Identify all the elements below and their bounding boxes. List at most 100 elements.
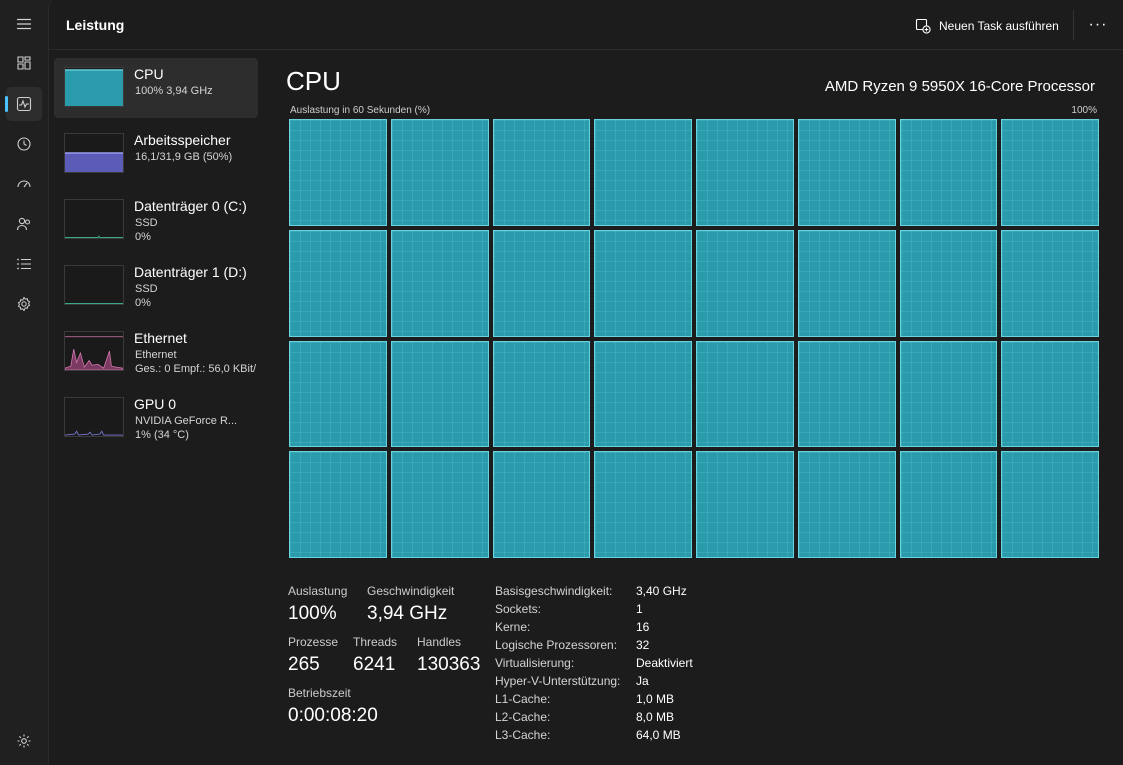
spec-label: L3-Cache: — [495, 728, 551, 742]
spec-label: Sockets: — [495, 602, 542, 616]
uptime-value: 0:00:08:20 — [288, 705, 378, 726]
core-graph-25 — [390, 451, 489, 558]
core-graph-17 — [390, 340, 489, 448]
core-graph-23 — [1001, 340, 1099, 448]
core-graph-29 — [797, 451, 896, 558]
device-detail: NVIDIA GeForce R... — [135, 415, 238, 427]
device-detail: SSD — [135, 217, 158, 229]
users-icon[interactable] — [6, 207, 42, 241]
core-graph-18 — [492, 340, 591, 448]
device-item-memory[interactable]: Arbeitsspeicher 16,1/31,9 GB (50%) — [54, 124, 258, 184]
core-graph-11 — [594, 229, 692, 337]
device-name: Datenträger 1 (D:) — [134, 264, 247, 280]
device-detail: 100% 3,94 GHz — [135, 85, 213, 97]
cpu-thumbnail-graph — [64, 67, 124, 107]
processes-icon[interactable] — [6, 46, 42, 80]
core-graph-15 — [1001, 229, 1099, 337]
core-graph-5 — [797, 119, 896, 226]
device-name: GPU 0 — [134, 396, 177, 412]
services-icon[interactable] — [6, 287, 42, 321]
device-item-ethernet[interactable]: Ethernet Ethernet Ges.: 0 Empf.: 56,0 KB… — [54, 322, 258, 382]
core-graph-2 — [492, 119, 591, 226]
core-graph-22 — [899, 340, 998, 448]
threads-value: 6241 — [353, 654, 396, 675]
navigation-rail — [0, 0, 48, 765]
uptime-label: Betriebszeit — [288, 686, 351, 700]
run-new-task-label: Neuen Task ausführen — [939, 19, 1059, 33]
device-detail: SSD — [135, 283, 158, 295]
device-item-disk-0[interactable]: Datenträger 0 (C:) SSD 0% — [54, 190, 258, 250]
spec-label: Logische Prozessoren: — [495, 638, 618, 652]
device-name: CPU — [134, 66, 164, 82]
header-divider — [1073, 10, 1074, 40]
spec-value: 64,0 MB — [636, 728, 681, 742]
core-graph-8 — [289, 229, 387, 337]
core-graph-7 — [1001, 119, 1099, 226]
core-graph-6 — [899, 119, 998, 226]
device-item-disk-1[interactable]: Datenträger 1 (D:) SSD 0% — [54, 256, 258, 316]
threads-label: Threads — [353, 635, 398, 649]
run-new-task-button[interactable]: Neuen Task ausführen — [915, 15, 1059, 37]
core-graph-13 — [797, 229, 896, 337]
core-graph-10 — [492, 229, 591, 337]
core-graph-3 — [594, 119, 692, 226]
startup-apps-icon[interactable] — [6, 167, 42, 201]
disk-0-thumbnail-graph — [64, 199, 124, 239]
spec-value: 1,0 MB — [636, 692, 675, 706]
spec-label: Hyper-V-Unterstützung: — [495, 674, 621, 688]
details-icon[interactable] — [6, 247, 42, 281]
device-detail: 0% — [135, 231, 151, 243]
gpu-thumbnail-graph — [64, 397, 124, 437]
processes-label: Prozesse — [288, 635, 339, 649]
device-name: Arbeitsspeicher — [134, 132, 231, 148]
core-graph-1 — [390, 119, 489, 226]
speed-label: Geschwindigkeit — [367, 584, 455, 598]
core-graph-28 — [696, 451, 794, 558]
core-graph-14 — [899, 229, 998, 337]
utilization-value: 100% — [288, 603, 337, 624]
handles-label: Handles — [417, 635, 462, 649]
app-history-icon[interactable] — [6, 127, 42, 161]
spec-value: 3,40 GHz — [636, 584, 687, 598]
speed-value: 3,94 GHz — [367, 603, 448, 624]
core-graph-24 — [289, 451, 387, 558]
device-detail: 0% — [135, 297, 151, 309]
spec-value: 1 — [636, 602, 643, 616]
logical-processor-grid — [289, 119, 1099, 558]
device-item-gpu[interactable]: GPU 0 NVIDIA GeForce R... 1% (34 °C) — [54, 388, 258, 448]
core-graph-0 — [289, 119, 387, 226]
core-graph-12 — [696, 229, 794, 337]
core-graph-21 — [797, 340, 896, 448]
main-panel: Leistung Neuen Task ausführen ··· CPU 10… — [48, 0, 1123, 765]
spec-label: Kerne: — [495, 620, 531, 634]
ethernet-thumbnail-graph — [64, 331, 124, 371]
device-detail: Ges.: 0 Empf.: 56,0 KBit/ — [135, 363, 257, 375]
spec-value: 16 — [636, 620, 650, 634]
spec-value: 32 — [636, 638, 650, 652]
processes-value: 265 — [288, 654, 320, 675]
utilization-label: Auslastung — [288, 584, 348, 598]
core-graph-30 — [899, 451, 998, 558]
device-item-cpu[interactable]: CPU 100% 3,94 GHz — [54, 58, 258, 118]
page-title: Leistung — [66, 17, 125, 33]
spec-label: L1-Cache: — [495, 692, 551, 706]
new-task-icon — [915, 18, 931, 34]
core-graph-27 — [594, 451, 692, 558]
spec-value: 8,0 MB — [636, 710, 675, 724]
core-graph-9 — [390, 229, 489, 337]
memory-thumbnail-graph — [64, 133, 124, 173]
more-options-button[interactable]: ··· — [1083, 12, 1113, 38]
core-graph-19 — [594, 340, 692, 448]
spec-value: Ja — [636, 674, 649, 688]
performance-icon[interactable] — [5, 87, 42, 121]
hamburger-menu-icon[interactable] — [6, 7, 42, 41]
device-list: CPU 100% 3,94 GHz Arbeitsspeicher 16,1/3… — [54, 58, 259, 454]
page-header: Leistung Neuen Task ausführen ··· — [49, 0, 1123, 50]
core-graph-31 — [1001, 451, 1099, 558]
processor-model: AMD Ryzen 9 5950X 16-Core Processor — [824, 78, 1095, 95]
device-name: Datenträger 0 (C:) — [134, 198, 247, 214]
core-graph-26 — [492, 451, 591, 558]
settings-gear-icon[interactable] — [6, 724, 42, 758]
disk-1-thumbnail-graph — [64, 265, 124, 305]
spec-value: Deaktiviert — [636, 656, 693, 670]
